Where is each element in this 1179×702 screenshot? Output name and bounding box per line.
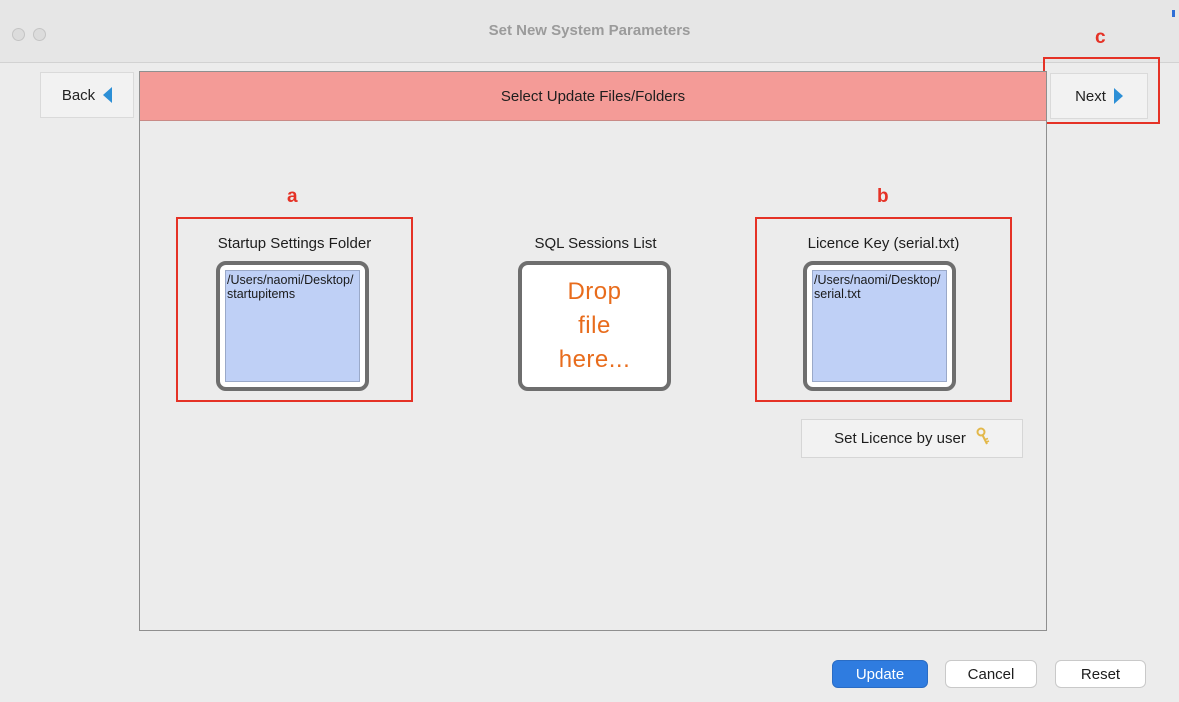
- sql-drop-placeholder: Drop file here...: [558, 278, 631, 373]
- licence-key-label: Licence Key (serial.txt): [807, 235, 960, 252]
- back-arrow-icon: [103, 87, 113, 103]
- startup-folder-label: Startup Settings Folder: [217, 235, 372, 252]
- set-licence-by-user-button[interactable]: Set Licence by user: [801, 419, 1023, 458]
- startup-folder-drop-zone[interactable]: /Users/naomi/Desktop/startupitems: [216, 261, 369, 391]
- startup-folder-path: /Users/naomi/Desktop/startupitems: [225, 270, 360, 382]
- annotation-b: b: [877, 186, 889, 207]
- sql-sessions-label: SQL Sessions List: [534, 235, 657, 252]
- update-button[interactable]: Update: [832, 660, 928, 688]
- window-title: Set New System Parameters: [488, 22, 691, 39]
- window-titlebar: Set New System Parameters: [0, 0, 1179, 63]
- key-icon: [976, 427, 990, 451]
- window-edge-marker: [1172, 10, 1175, 17]
- sql-sessions-drop-zone[interactable]: Drop file here...: [518, 261, 671, 391]
- cancel-button[interactable]: Cancel: [945, 660, 1037, 688]
- back-label: Back: [61, 86, 96, 104]
- licence-key-path: /Users/naomi/Desktop/serial.txt: [812, 270, 947, 382]
- annotation-box-c: [1043, 57, 1160, 124]
- reset-button[interactable]: Reset: [1055, 660, 1146, 688]
- licence-key-drop-zone[interactable]: /Users/naomi/Desktop/serial.txt: [803, 261, 956, 391]
- annotation-c: c: [1095, 27, 1106, 48]
- back-button[interactable]: Back: [40, 72, 134, 118]
- annotation-a: a: [287, 186, 298, 207]
- panel-header-title: Select Update Files/Folders: [500, 87, 686, 105]
- set-licence-label: Set Licence by user: [834, 430, 966, 447]
- panel-header: Select Update Files/Folders: [140, 72, 1046, 121]
